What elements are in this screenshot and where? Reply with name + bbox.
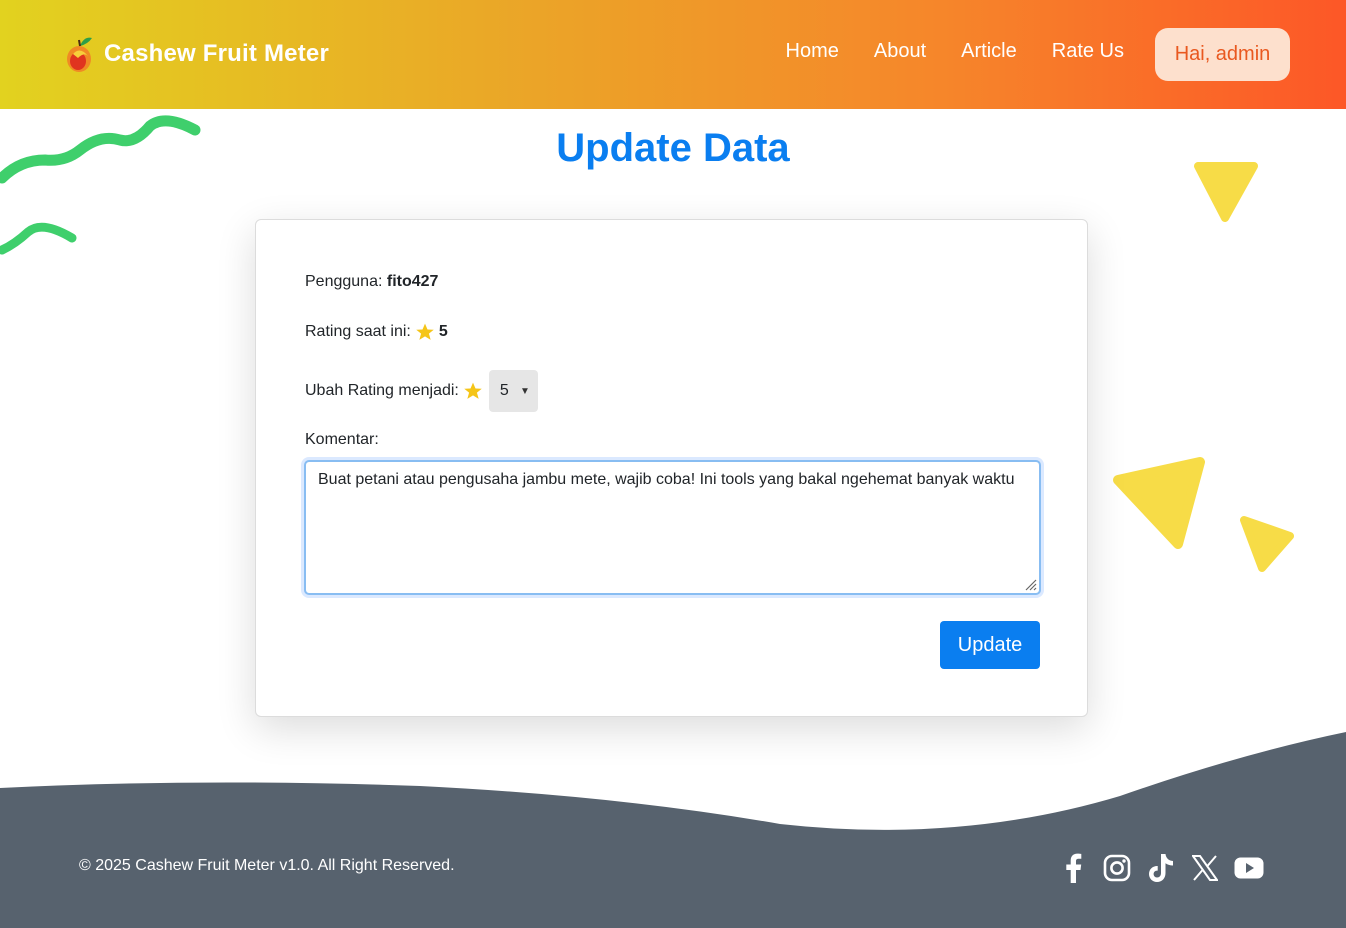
- page-title: Update Data: [556, 126, 790, 170]
- yellow-triangle-decoration: [1240, 516, 1294, 572]
- user-menu-button[interactable]: Hai, admin: [1155, 28, 1290, 81]
- user-value: fito427: [386, 273, 439, 290]
- change-rating-label: Ubah Rating menjadi:: [305, 382, 459, 399]
- update-button[interactable]: Update: [940, 621, 1040, 669]
- rating-select-value: 5: [499, 382, 509, 399]
- comment-text: Buat petani atau pengusaha jambu mete, w…: [318, 471, 1015, 488]
- copyright-text: © 2025 Cashew Fruit Meter v1.0. All Righ…: [79, 857, 455, 874]
- nav-menu: Home About Article Rate Us: [786, 40, 1124, 63]
- nav-article[interactable]: Article: [961, 40, 1017, 63]
- comment-label-row: Komentar:: [305, 431, 379, 449]
- nav-home[interactable]: Home: [786, 40, 839, 63]
- change-rating-row: Ubah Rating menjadi: 5 ▼: [305, 370, 538, 412]
- nav-rate-us[interactable]: Rate Us: [1052, 40, 1124, 63]
- brand-name: Cashew Fruit Meter: [104, 40, 329, 67]
- yellow-triangle-decoration: [1113, 457, 1205, 549]
- comment-label: Komentar:: [305, 431, 379, 448]
- brand[interactable]: Cashew Fruit Meter: [64, 34, 329, 74]
- social-links: [1058, 852, 1264, 884]
- instagram-icon[interactable]: [1102, 852, 1132, 884]
- rating-select[interactable]: 5 ▼: [488, 370, 538, 412]
- current-rating-label: Rating saat ini:: [305, 323, 411, 340]
- user-row: Pengguna: fito427: [305, 273, 438, 291]
- chevron-down-icon: ▼: [519, 385, 530, 397]
- youtube-icon[interactable]: [1234, 852, 1264, 884]
- cashew-logo-icon: [67, 37, 92, 72]
- star-icon: [464, 382, 482, 399]
- comment-textarea[interactable]: Buat petani atau pengusaha jambu mete, w…: [304, 460, 1041, 595]
- navbar: Cashew Fruit Meter Home About Article Ra…: [0, 0, 1346, 109]
- current-rating-row: Rating saat ini: 5: [305, 322, 448, 342]
- resize-handle-icon[interactable]: [1023, 577, 1037, 591]
- user-label: Pengguna:: [305, 273, 383, 290]
- tiktok-icon[interactable]: [1146, 852, 1176, 884]
- x-icon[interactable]: [1190, 852, 1220, 884]
- current-rating-value: 5: [438, 323, 448, 340]
- facebook-icon[interactable]: [1058, 852, 1088, 884]
- update-form-card: Pengguna: fito427 Rating saat ini: 5 Uba…: [255, 219, 1088, 717]
- footer-background: [0, 732, 1346, 928]
- nav-about[interactable]: About: [874, 40, 926, 63]
- star-icon: [416, 323, 434, 340]
